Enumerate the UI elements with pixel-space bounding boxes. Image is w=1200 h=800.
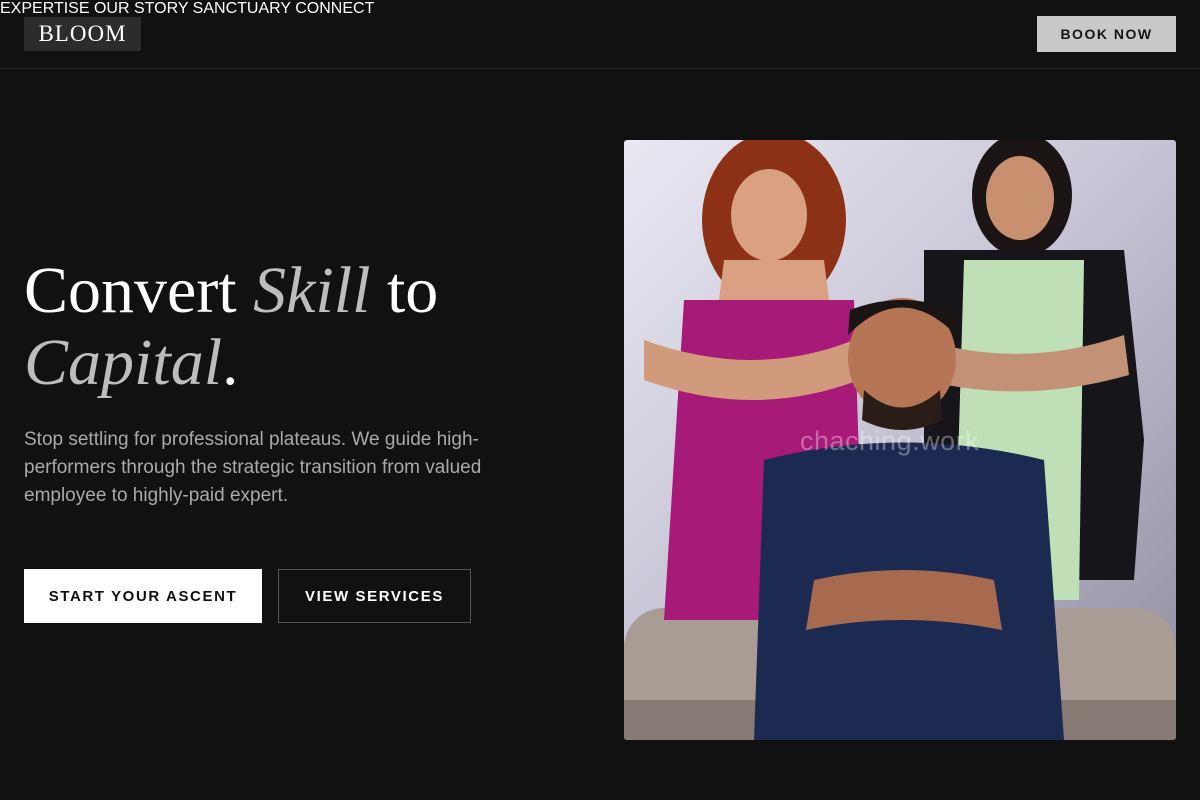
hero-title: Convert Skill to Capital. xyxy=(24,255,584,399)
nav-link-our-story[interactable]: OUR STORY xyxy=(94,0,188,17)
main-nav: EXPERTISE OUR STORY SANCTUARY CONNECT xyxy=(0,0,1200,18)
book-now-button[interactable]: BOOK NOW xyxy=(1037,16,1176,52)
hero-title-italic-skill: Skill xyxy=(253,254,371,327)
start-your-ascent-button[interactable]: START YOUR ASCENT xyxy=(24,569,262,623)
photo-watermark: chaching.work xyxy=(800,426,980,456)
view-services-button[interactable]: VIEW SERVICES xyxy=(278,569,471,623)
hero-description: Stop settling for professional plateaus.… xyxy=(24,429,482,506)
hero-title-italic-capital: Capital xyxy=(24,326,223,399)
nav-link-connect[interactable]: CONNECT xyxy=(295,0,374,17)
site-header: BLOOM EXPERTISE OUR STORY SANCTUARY CONN… xyxy=(0,0,1200,69)
nav-link-sanctuary[interactable]: SANCTUARY xyxy=(193,0,291,17)
hero-title-part2: to xyxy=(370,254,439,327)
brand-logo[interactable]: BLOOM xyxy=(24,17,141,51)
hero-photo: chaching.work xyxy=(624,140,1176,740)
nav-link-expertise[interactable]: EXPERTISE xyxy=(0,0,90,17)
hero-title-part1: Convert xyxy=(24,254,254,327)
hero-title-end: . xyxy=(222,326,239,399)
